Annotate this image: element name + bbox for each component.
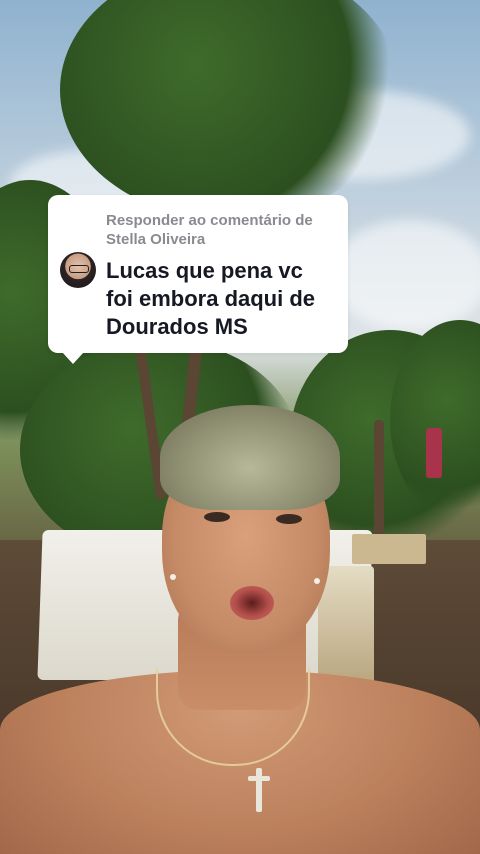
cross-pendant-bar bbox=[248, 776, 270, 781]
reply-comment-text: Lucas que pena vc foi embora daqui de Do… bbox=[106, 257, 334, 341]
glasses-icon bbox=[69, 265, 89, 273]
reply-body-line1: Lucas que pena vc bbox=[106, 258, 303, 283]
cross-pendant-icon bbox=[256, 768, 262, 812]
reply-header: Responder ao comentário de Stella Olivei… bbox=[106, 211, 334, 249]
user-avatar-icon[interactable] bbox=[60, 252, 96, 288]
person-hair bbox=[160, 405, 340, 510]
reply-body-line2: foi embora daqui de bbox=[106, 286, 316, 311]
video-frame[interactable]: Responder ao comentário de Stella Olivei… bbox=[0, 0, 480, 854]
hanging-cloth bbox=[426, 428, 442, 478]
reply-header-username: Stella Oliveira bbox=[106, 231, 206, 248]
reply-body-line3: Dourados MS bbox=[106, 314, 248, 339]
wooden-crate bbox=[352, 534, 426, 564]
left-eye bbox=[204, 512, 230, 522]
freezer-side bbox=[318, 566, 374, 686]
left-earring bbox=[170, 574, 176, 580]
cloud bbox=[330, 220, 480, 330]
tree-trunk bbox=[374, 420, 384, 540]
person-mouth bbox=[230, 586, 274, 620]
right-earring bbox=[314, 578, 320, 584]
right-eye bbox=[276, 514, 302, 524]
reply-header-line1: Responder ao comentário de bbox=[106, 212, 313, 229]
